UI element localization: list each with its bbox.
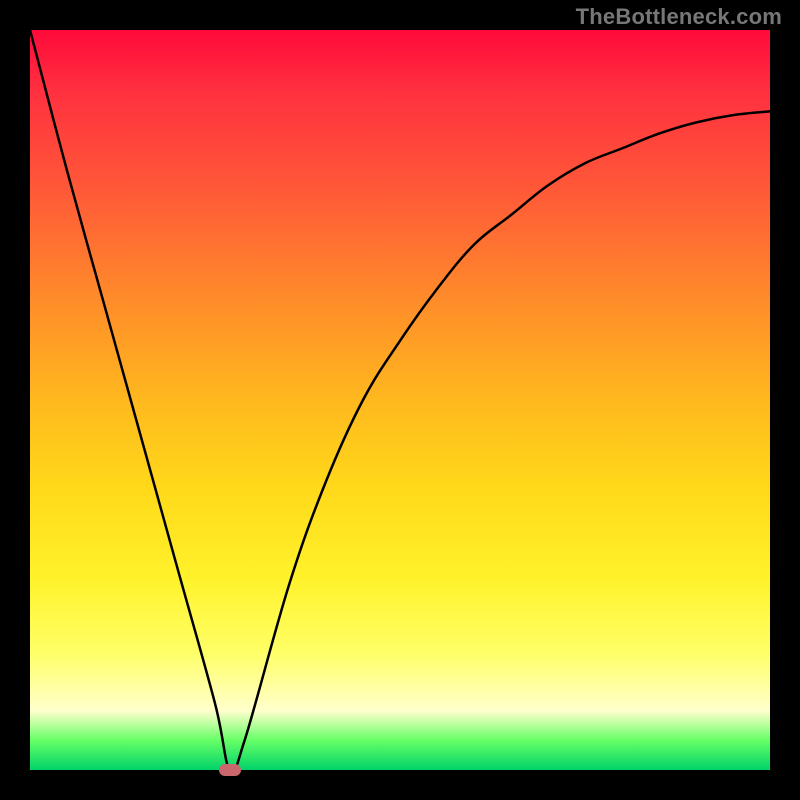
watermark-text: TheBottleneck.com <box>576 4 782 30</box>
bottleneck-curve <box>30 30 770 770</box>
optimal-point-marker <box>219 764 241 776</box>
chart-frame: TheBottleneck.com <box>0 0 800 800</box>
